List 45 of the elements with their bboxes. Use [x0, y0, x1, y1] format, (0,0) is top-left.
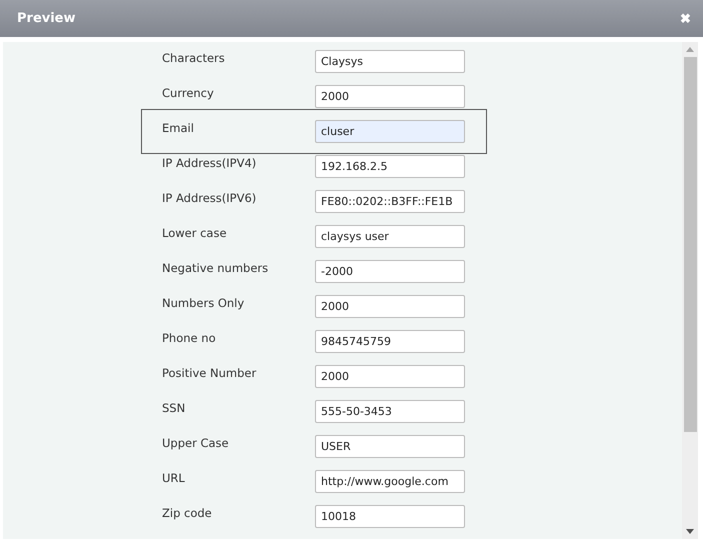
field-label: URL: [162, 471, 186, 485]
window-title: Preview: [17, 11, 76, 26]
input-field[interactable]: claysys user: [315, 225, 465, 248]
form-row[interactable]: Upper Case USER: [146, 429, 482, 464]
form-row[interactable]: Characters Claysys: [146, 44, 482, 79]
input-field[interactable]: -2000: [315, 260, 465, 283]
form-row[interactable]: Currency 2000: [146, 79, 482, 114]
form-row[interactable]: URL http://www.google.com: [146, 464, 482, 499]
field-label: Phone no: [162, 331, 217, 345]
input-field[interactable]: Claysys: [315, 50, 465, 73]
form-row[interactable]: IP Address(IPV4) 192.168.2.5: [146, 149, 482, 184]
input-field[interactable]: 2000: [315, 85, 465, 108]
input-field[interactable]: 2000: [315, 295, 465, 318]
form-row[interactable]: SSN 555-50-3453: [146, 394, 482, 429]
input-field[interactable]: 555-50-3453: [315, 400, 465, 423]
field-label: Currency: [162, 86, 215, 100]
form-row[interactable]: Positive Number 2000: [146, 359, 482, 394]
form-row[interactable]: Zip code 10018: [146, 499, 482, 534]
input-field[interactable]: 192.168.2.5: [315, 155, 465, 178]
form-row[interactable]: Phone no 9845745759: [146, 324, 482, 359]
field-label: IP Address(IPV4): [162, 156, 258, 170]
field-label: Numbers Only: [162, 296, 246, 310]
scrollbar-thumb[interactable]: [684, 57, 696, 432]
form-row[interactable]: Numbers Only 2000: [146, 289, 482, 324]
input-field[interactable]: 9845745759: [315, 330, 465, 353]
field-label: Email: [162, 121, 195, 135]
field-label: Positive Number: [162, 366, 258, 380]
input-field[interactable]: http://www.google.com: [315, 470, 465, 493]
input-field[interactable]: 10018: [315, 505, 465, 528]
field-label: Zip code: [162, 506, 213, 520]
field-label: Lower case: [162, 226, 228, 240]
scrollbar[interactable]: [682, 42, 698, 539]
field-label: Upper Case: [162, 436, 230, 450]
form-row[interactable]: Email cluser: [146, 114, 482, 149]
input-field[interactable]: USER: [315, 435, 465, 458]
form-row[interactable]: IP Address(IPV6) FE80::0202::B3FF::FE1B: [146, 184, 482, 219]
form-row[interactable]: Negative numbers -2000: [146, 254, 482, 289]
field-label: SSN: [162, 401, 186, 415]
input-field[interactable]: cluser: [315, 120, 465, 143]
form-row[interactable]: Lower case claysys user: [146, 219, 482, 254]
input-field[interactable]: FE80::0202::B3FF::FE1B: [315, 190, 465, 213]
field-label: Characters: [162, 51, 226, 65]
field-label: IP Address(IPV6): [162, 191, 258, 205]
input-field[interactable]: 2000: [315, 365, 465, 388]
field-label: Negative numbers: [162, 261, 270, 275]
